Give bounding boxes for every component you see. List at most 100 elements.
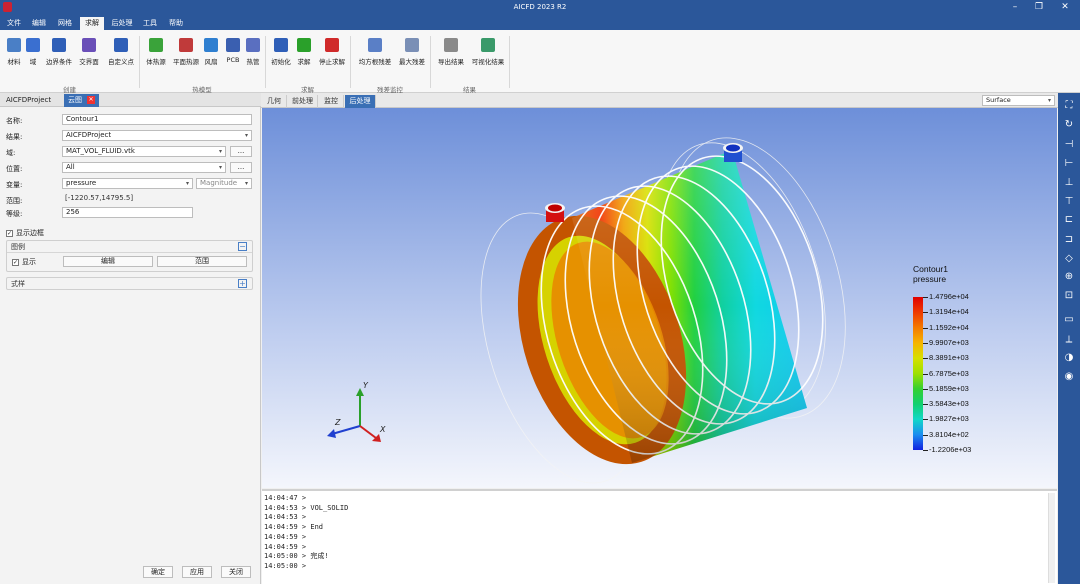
collapse-icon[interactable]: − — [238, 242, 247, 251]
iso-view-icon[interactable]: ◇ — [1062, 252, 1076, 266]
axis-z-label: Z — [335, 418, 341, 427]
console-line: 14:04:59 > End — [264, 523, 324, 532]
legend-label: 1.4796e+04 — [929, 292, 969, 301]
legend-tick — [923, 327, 928, 329]
ribbon-button-pcb[interactable]: PCB — [224, 38, 242, 64]
show-border-row[interactable]: ✓ 显示边框 — [6, 228, 44, 238]
fit-view-icon[interactable]: ⛶ — [1062, 99, 1076, 113]
tab-postprocess[interactable]: 后处理 — [345, 95, 376, 108]
levels-field[interactable]: 256 — [62, 207, 193, 218]
menu-help[interactable]: 帮助 — [166, 17, 186, 30]
color-icon[interactable]: ◑ — [1062, 351, 1076, 365]
tab-project[interactable]: AICFDProject — [2, 94, 55, 107]
rotate-icon[interactable]: ↻ — [1062, 118, 1076, 132]
show-border-label: 显示边框 — [16, 229, 44, 237]
legend-tick — [923, 388, 928, 390]
close-tab-icon[interactable]: ✕ — [87, 96, 95, 104]
inlet-pipe — [545, 203, 565, 222]
ribbon-button-boundary-condition[interactable]: 边界条件 — [44, 38, 74, 66]
group-separator — [139, 36, 140, 88]
ribbon-button-custom-point[interactable]: 自定义点 — [106, 38, 136, 66]
domain-label: 域: — [6, 149, 16, 157]
legend-variable: pressure — [913, 274, 947, 284]
levels-label: 等级: — [6, 210, 23, 218]
legend-show-row[interactable]: ✓ 显示 — [12, 257, 36, 267]
legend-color-bar — [913, 297, 923, 450]
legend-show-checkbox[interactable]: ✓ — [12, 258, 19, 266]
name-label: 名称: — [6, 117, 23, 125]
stop-solve-icon — [325, 38, 339, 52]
minimize-icon[interactable]: – — [1008, 1, 1022, 13]
view-neg-x-icon[interactable]: ⊤ — [1062, 195, 1076, 209]
tab-geometry[interactable]: 几何 — [262, 95, 287, 108]
close-button[interactable]: 关闭 — [221, 566, 251, 578]
ruler-icon[interactable]: ▭ — [1062, 313, 1076, 327]
ok-button[interactable]: 确定 — [143, 566, 173, 578]
tab-contour[interactable]: 云图 ✕ — [64, 94, 99, 107]
ribbon-button-heat-pipe[interactable]: 热管 — [245, 38, 261, 66]
legend-range-button[interactable]: 范围 — [157, 256, 247, 267]
zoom-in-icon[interactable]: ⊕ — [1062, 270, 1076, 284]
ribbon-button-max-residual[interactable]: 最大残差 — [397, 38, 427, 66]
max-residual-icon — [405, 38, 419, 52]
view-y-icon[interactable]: ⊢ — [1062, 157, 1076, 171]
axis-icon[interactable]: ⟂ — [1062, 333, 1076, 347]
ribbon-button-stop-solve[interactable]: 停止求解 — [317, 38, 347, 66]
menu-file[interactable]: 文件 — [4, 17, 24, 30]
view-z-icon[interactable]: ⊥ — [1062, 176, 1076, 190]
apply-button[interactable]: 应用 — [182, 566, 212, 578]
show-border-checkbox[interactable]: ✓ — [6, 229, 13, 237]
console-line: 14:04:59 > — [264, 542, 307, 551]
ribbon-button-domain[interactable]: 域 — [25, 38, 41, 66]
ribbon-button-rms-residual[interactable]: 均方根残差 — [357, 38, 393, 66]
ribbon-button-label: 体热源 — [146, 58, 166, 66]
legend-tick — [923, 312, 928, 314]
domain-browse-button[interactable]: ... — [230, 146, 252, 157]
tab-monitor[interactable]: 监控 — [319, 95, 344, 108]
legend-label: 9.9907e+03 — [929, 337, 969, 347]
menu-mesh[interactable]: 网格 — [55, 17, 75, 30]
render-mode-select[interactable]: Surface — [982, 95, 1055, 106]
view-x-icon[interactable]: ⊣ — [1062, 138, 1076, 152]
location-browse-button[interactable]: ... — [230, 162, 252, 173]
menu-edit[interactable]: 编辑 — [29, 17, 49, 30]
console-line: 14:04:53 > — [264, 513, 307, 522]
location-select[interactable]: All — [62, 162, 226, 173]
divider — [7, 252, 252, 253]
ribbon-button-interface[interactable]: 交界面 — [78, 38, 100, 66]
restore-icon[interactable]: ❐ — [1032, 1, 1046, 13]
screenshot-icon[interactable]: ◉ — [1062, 370, 1076, 384]
group-separator — [265, 36, 266, 88]
legend-section-title: 图例 — [11, 243, 25, 251]
console-scrollbar[interactable] — [1048, 493, 1055, 583]
ribbon-button-material[interactable]: 材料 — [6, 38, 22, 66]
name-field[interactable]: Contour1 — [62, 114, 252, 125]
close-icon[interactable]: ✕ — [1058, 1, 1072, 13]
ribbon-button-initialize[interactable]: 初始化 — [270, 38, 292, 66]
result-select[interactable]: AICFDProject — [62, 130, 252, 141]
legend-edit-button[interactable]: 编辑 — [63, 256, 153, 267]
pcb-icon — [226, 38, 240, 52]
ribbon-button-volume-heat-source[interactable]: 体热源 — [145, 38, 167, 66]
view-neg-z-icon[interactable]: ⊐ — [1062, 233, 1076, 247]
menu-postprocess[interactable]: 后处理 — [108, 17, 136, 30]
menu-tools[interactable]: 工具 — [140, 17, 160, 30]
tab-preprocess[interactable]: 前处理 — [288, 95, 318, 108]
ribbon-button-plane-heat-source[interactable]: 平面热源 — [171, 38, 201, 66]
export-result-icon — [444, 38, 458, 52]
ribbon-button-fan[interactable]: 风扇 — [203, 38, 219, 66]
style-section: 式样 + — [6, 277, 253, 290]
expand-icon[interactable]: + — [238, 279, 247, 288]
ribbon-button-run-solve[interactable]: 求解 — [296, 38, 312, 66]
component-select[interactable]: Magnitude — [196, 178, 252, 189]
menu-solve[interactable]: 求解 — [80, 17, 104, 30]
variable-select[interactable]: pressure — [62, 178, 193, 189]
domain-select[interactable]: MAT_VOL_FLUID.vtk — [62, 146, 226, 157]
zoom-box-icon[interactable]: ⊡ — [1062, 289, 1076, 303]
ribbon-button-export-result[interactable]: 导出结果 — [436, 38, 466, 66]
view-neg-y-icon[interactable]: ⊏ — [1062, 213, 1076, 227]
ribbon-button-visualize-result[interactable]: 可视化结果 — [470, 38, 506, 66]
console-output[interactable]: 14:04:47 >14:04:53 > VOL_SOLID 14:04:53 >… — [262, 489, 1057, 584]
ribbon-button-label: 求解 — [297, 58, 311, 66]
legend-tick — [923, 419, 928, 421]
